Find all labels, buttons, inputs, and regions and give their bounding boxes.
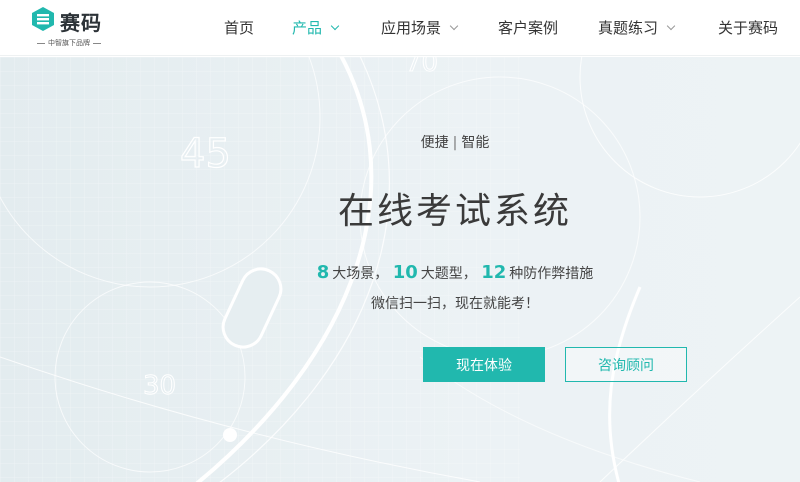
nav-item-products[interactable]: 产品	[292, 17, 340, 38]
chevron-down-icon	[666, 21, 676, 31]
nav-item-label: 真题练习	[598, 19, 659, 37]
eyebrow-separator: |	[452, 135, 458, 151]
feature-text: 种防作弊措施	[509, 266, 594, 282]
chevron-down-icon	[449, 21, 459, 31]
feature-count: 12	[481, 262, 507, 283]
feature-text: 大场景，	[332, 266, 389, 282]
brand-tagline: 中智旗下品牌	[30, 38, 108, 48]
hero-subline: 微信扫一扫，现在就能考！	[371, 296, 539, 312]
decor-number: 30	[143, 371, 176, 401]
nav-item-label: 产品	[292, 19, 323, 37]
eyebrow-text: 便捷	[420, 135, 449, 151]
nav-item-label: 关于赛码	[718, 19, 779, 37]
logo[interactable]: 赛码 中智旗下品牌	[30, 4, 120, 52]
decor-number: 70	[405, 57, 438, 78]
consult-advisor-button[interactable]: 咨询顾问	[565, 347, 687, 382]
nav-item-scenarios[interactable]: 应用场景	[381, 17, 459, 38]
nav-item-label: 首页	[224, 19, 255, 37]
hero-eyebrow: 便捷 | 智能	[0, 132, 800, 152]
hero-feature-line: 8 大场景， 10 大题型， 12 种防作弊措施	[0, 262, 800, 283]
chevron-down-icon	[330, 21, 340, 31]
logo-mark-icon	[32, 7, 54, 31]
nav-item-label: 客户案例	[498, 19, 559, 37]
hero-title: 在线考试系统	[337, 191, 572, 232]
nav-item-practice[interactable]: 真题练习	[598, 17, 676, 38]
try-now-button[interactable]: 现在体验	[423, 347, 545, 382]
feature-count: 8	[316, 262, 330, 283]
feature-text: 大题型，	[420, 266, 477, 282]
brand-name: 赛码	[60, 11, 102, 35]
nav-item-label: 应用场景	[381, 19, 442, 37]
nav-item-about[interactable]: 关于赛码	[718, 17, 778, 38]
eyebrow-text: 智能	[461, 135, 490, 151]
site-header: 赛码 中智旗下品牌 首页 产品 应用场景 客户案例 真题练习 关于赛码	[0, 0, 800, 56]
feature-count: 10	[392, 262, 418, 283]
hero-banner: 45 30 70 便捷 | 智能 在线考试系统 8 大场景， 10 大题型， 12 种防作…	[0, 57, 800, 482]
nav-item-home[interactable]: 首页	[224, 17, 254, 38]
nav-item-cases[interactable]: 客户案例	[498, 17, 558, 38]
